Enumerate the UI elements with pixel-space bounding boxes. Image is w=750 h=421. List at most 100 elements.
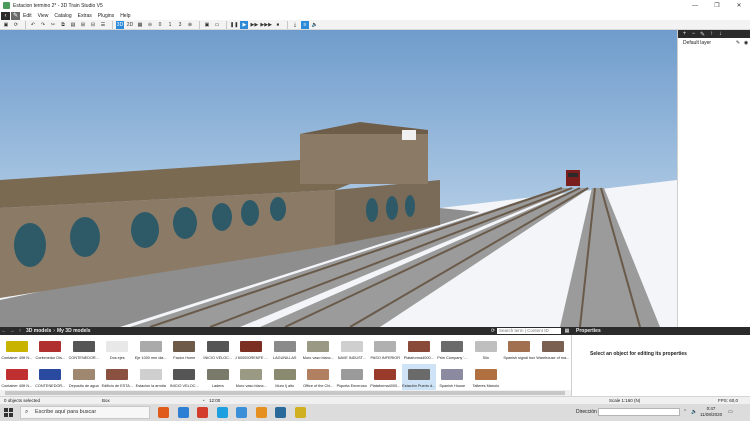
add-layer-icon[interactable]: + xyxy=(680,31,689,37)
tray-chevron-icon[interactable]: ⌃ xyxy=(683,409,687,415)
stop-icon[interactable]: ⏹ xyxy=(274,21,282,29)
catalog-item[interactable]: Muro Ij alto xyxy=(268,364,302,391)
eye-icon[interactable]: ◉ xyxy=(742,40,750,46)
catalog-item[interactable]: Warehouse of ma... xyxy=(536,336,570,363)
3d-viewport[interactable] xyxy=(0,30,677,327)
catalog-item[interactable]: Piqueta Enneroso xyxy=(335,364,369,391)
zoom-out-icon[interactable]: ⊖ xyxy=(146,21,154,29)
move-up-icon[interactable]: ↑ xyxy=(707,31,716,37)
group-icon[interactable]: ⊞ xyxy=(79,21,87,29)
catalog-item[interactable]: Prim Company '... xyxy=(436,336,470,363)
catalog-item[interactable]: Plataforma4000... xyxy=(369,364,403,391)
taskbar-app-icon[interactable] xyxy=(158,407,169,418)
back-arrow-icon[interactable]: ← xyxy=(0,328,8,334)
undo-icon[interactable]: ↶ xyxy=(29,21,37,29)
edit-layer-icon[interactable]: ✎ xyxy=(698,31,707,38)
menu-help[interactable]: Help xyxy=(117,13,133,19)
taskbar-app-icon[interactable] xyxy=(275,407,286,418)
catalog-item[interactable]: Dos ejes xyxy=(101,336,135,363)
catalog-item[interactable]: Container 40ft N... xyxy=(0,364,34,391)
zoom-in-icon[interactable]: ⊕ xyxy=(186,21,194,29)
redo-icon[interactable]: ↷ xyxy=(39,21,47,29)
fast-forward-icon[interactable]: ▶▶ xyxy=(250,21,259,29)
forward-arrow-icon[interactable]: → xyxy=(8,328,16,334)
pencil-icon[interactable]: ✎ xyxy=(734,40,742,46)
taskbar-app-icon[interactable] xyxy=(255,407,267,418)
back-arrow-icon[interactable]: ‹ xyxy=(1,11,10,20)
save-icon[interactable]: ▣ xyxy=(2,21,10,29)
refresh-icon[interactable]: ⟳ xyxy=(489,328,497,334)
menu-edit[interactable]: Edit xyxy=(20,13,35,19)
maximize-button[interactable]: ❐ xyxy=(706,2,728,9)
refresh-icon[interactable]: ⟳ xyxy=(12,21,20,29)
window-icon[interactable]: ▭ xyxy=(213,21,221,29)
tray-speaker-icon[interactable]: 🔈 xyxy=(691,409,697,415)
catalog-item[interactable]: Edificio de ESTA... xyxy=(101,364,135,391)
close-button[interactable]: ✕ xyxy=(728,2,750,9)
layer-item[interactable]: Default layer ✎ ◉ xyxy=(678,38,750,47)
taskbar-app-icon[interactable] xyxy=(294,407,306,418)
windows-start-icon[interactable] xyxy=(4,408,13,417)
menu-extras[interactable]: Extras xyxy=(75,13,95,19)
cut-icon[interactable]: ✂ xyxy=(49,21,57,29)
catalog-item[interactable]: J 600000RENFE ... xyxy=(235,336,269,363)
catalog-item[interactable]: Plataforma4000... xyxy=(402,336,436,363)
grid-view-icon[interactable]: ▦ xyxy=(563,328,571,334)
fastest-forward-icon[interactable]: ▶▶▶ xyxy=(260,21,272,29)
menu-catalog[interactable]: Catalog xyxy=(51,13,74,19)
taskbar-app-icon[interactable] xyxy=(177,407,189,418)
taskbar-clock[interactable]: 0:47 11/08/2020 xyxy=(700,406,722,418)
move-down-icon[interactable]: ↓ xyxy=(716,31,725,37)
catalog-item[interactable]: Eje 1000 mm dia... xyxy=(134,336,168,363)
pause-icon[interactable]: ❚❚ xyxy=(230,21,238,29)
copy-icon[interactable]: ⧉ xyxy=(59,21,67,29)
catalog-item[interactable]: PASO INFERIOR xyxy=(369,336,403,363)
up-arrow-icon[interactable]: ↑ xyxy=(16,328,24,334)
address-input[interactable] xyxy=(598,408,680,416)
sim-time[interactable]: 12:00 xyxy=(209,398,220,403)
track-mode-icon[interactable]: ≡ xyxy=(300,20,309,29)
catalog-item[interactable]: INICIO VELOC... xyxy=(168,364,202,391)
scale-status[interactable]: Scale 1:160 (N) xyxy=(609,398,640,403)
breadcrumb-my-3d-models[interactable]: My 3D models xyxy=(55,328,93,334)
menu-plugins[interactable]: Plugins xyxy=(95,13,117,19)
catalog-item[interactable]: Estacion la armita xyxy=(134,364,168,391)
catalog-item[interactable]: Contenedor Dis... xyxy=(34,336,68,363)
catalog-item[interactable]: Estación Puerto d... xyxy=(402,364,436,391)
catalog-item[interactable]: Muro vaso blanc... xyxy=(302,336,336,363)
grid-icon[interactable]: ▦ xyxy=(136,21,144,29)
selection-mode[interactable]: Box xyxy=(102,398,110,403)
catalog-item[interactable]: Deposito de agua xyxy=(67,364,101,391)
catalog-item[interactable]: Muro vaso blanc... xyxy=(235,364,269,391)
paste-icon[interactable]: ▤ xyxy=(69,21,77,29)
taskbar-search-input[interactable]: ⌕ Escribe aquí para buscar xyxy=(20,406,150,419)
catalog-item[interactable]: CONTENEDOR... xyxy=(34,364,68,391)
catalog-item[interactable]: INICIO VELOC... xyxy=(201,336,235,363)
catalog-item[interactable]: Spanish House xyxy=(436,364,470,391)
frame-icon[interactable]: ▣ xyxy=(203,21,211,29)
notification-icon[interactable]: ▭ xyxy=(728,409,733,415)
menu-view[interactable]: View xyxy=(35,13,52,19)
scrollbar-thumb[interactable] xyxy=(5,391,565,395)
catalog-item[interactable]: Office of the Chi... xyxy=(302,364,336,391)
view-3d-button[interactable]: 3D xyxy=(116,20,124,29)
taskbar-app-icon[interactable] xyxy=(197,407,208,418)
minimize-button[interactable]: — xyxy=(684,3,706,9)
catalog-search-input[interactable]: Search term | Content ID xyxy=(497,328,561,334)
pencil-icon[interactable]: ✎ xyxy=(11,11,20,20)
catalog-item[interactable]: LAGUNILLAS xyxy=(268,336,302,363)
breadcrumb-3d-models[interactable]: 3D models xyxy=(24,328,53,334)
download-icon[interactable]: ⤓ xyxy=(291,21,299,29)
catalog-item[interactable]: Ladera xyxy=(201,364,235,391)
speaker-icon[interactable]: 🔈 xyxy=(311,21,319,29)
catalog-item[interactable]: Spanish signal box xyxy=(503,336,537,363)
view-2d-button[interactable]: 2D xyxy=(126,21,134,29)
catalog-item[interactable]: Container 40ft N... xyxy=(0,336,34,363)
taskbar-app-icon[interactable] xyxy=(216,407,228,418)
taskbar-app-icon[interactable] xyxy=(236,407,247,418)
remove-layer-icon[interactable]: − xyxy=(689,31,698,37)
catalog-item[interactable]: Silo xyxy=(469,336,503,363)
catalog-item[interactable]: Talleres Manolo xyxy=(469,364,503,391)
list-icon[interactable]: ☰ xyxy=(99,21,107,29)
catalog-item[interactable]: NAVE INDUST... xyxy=(335,336,369,363)
